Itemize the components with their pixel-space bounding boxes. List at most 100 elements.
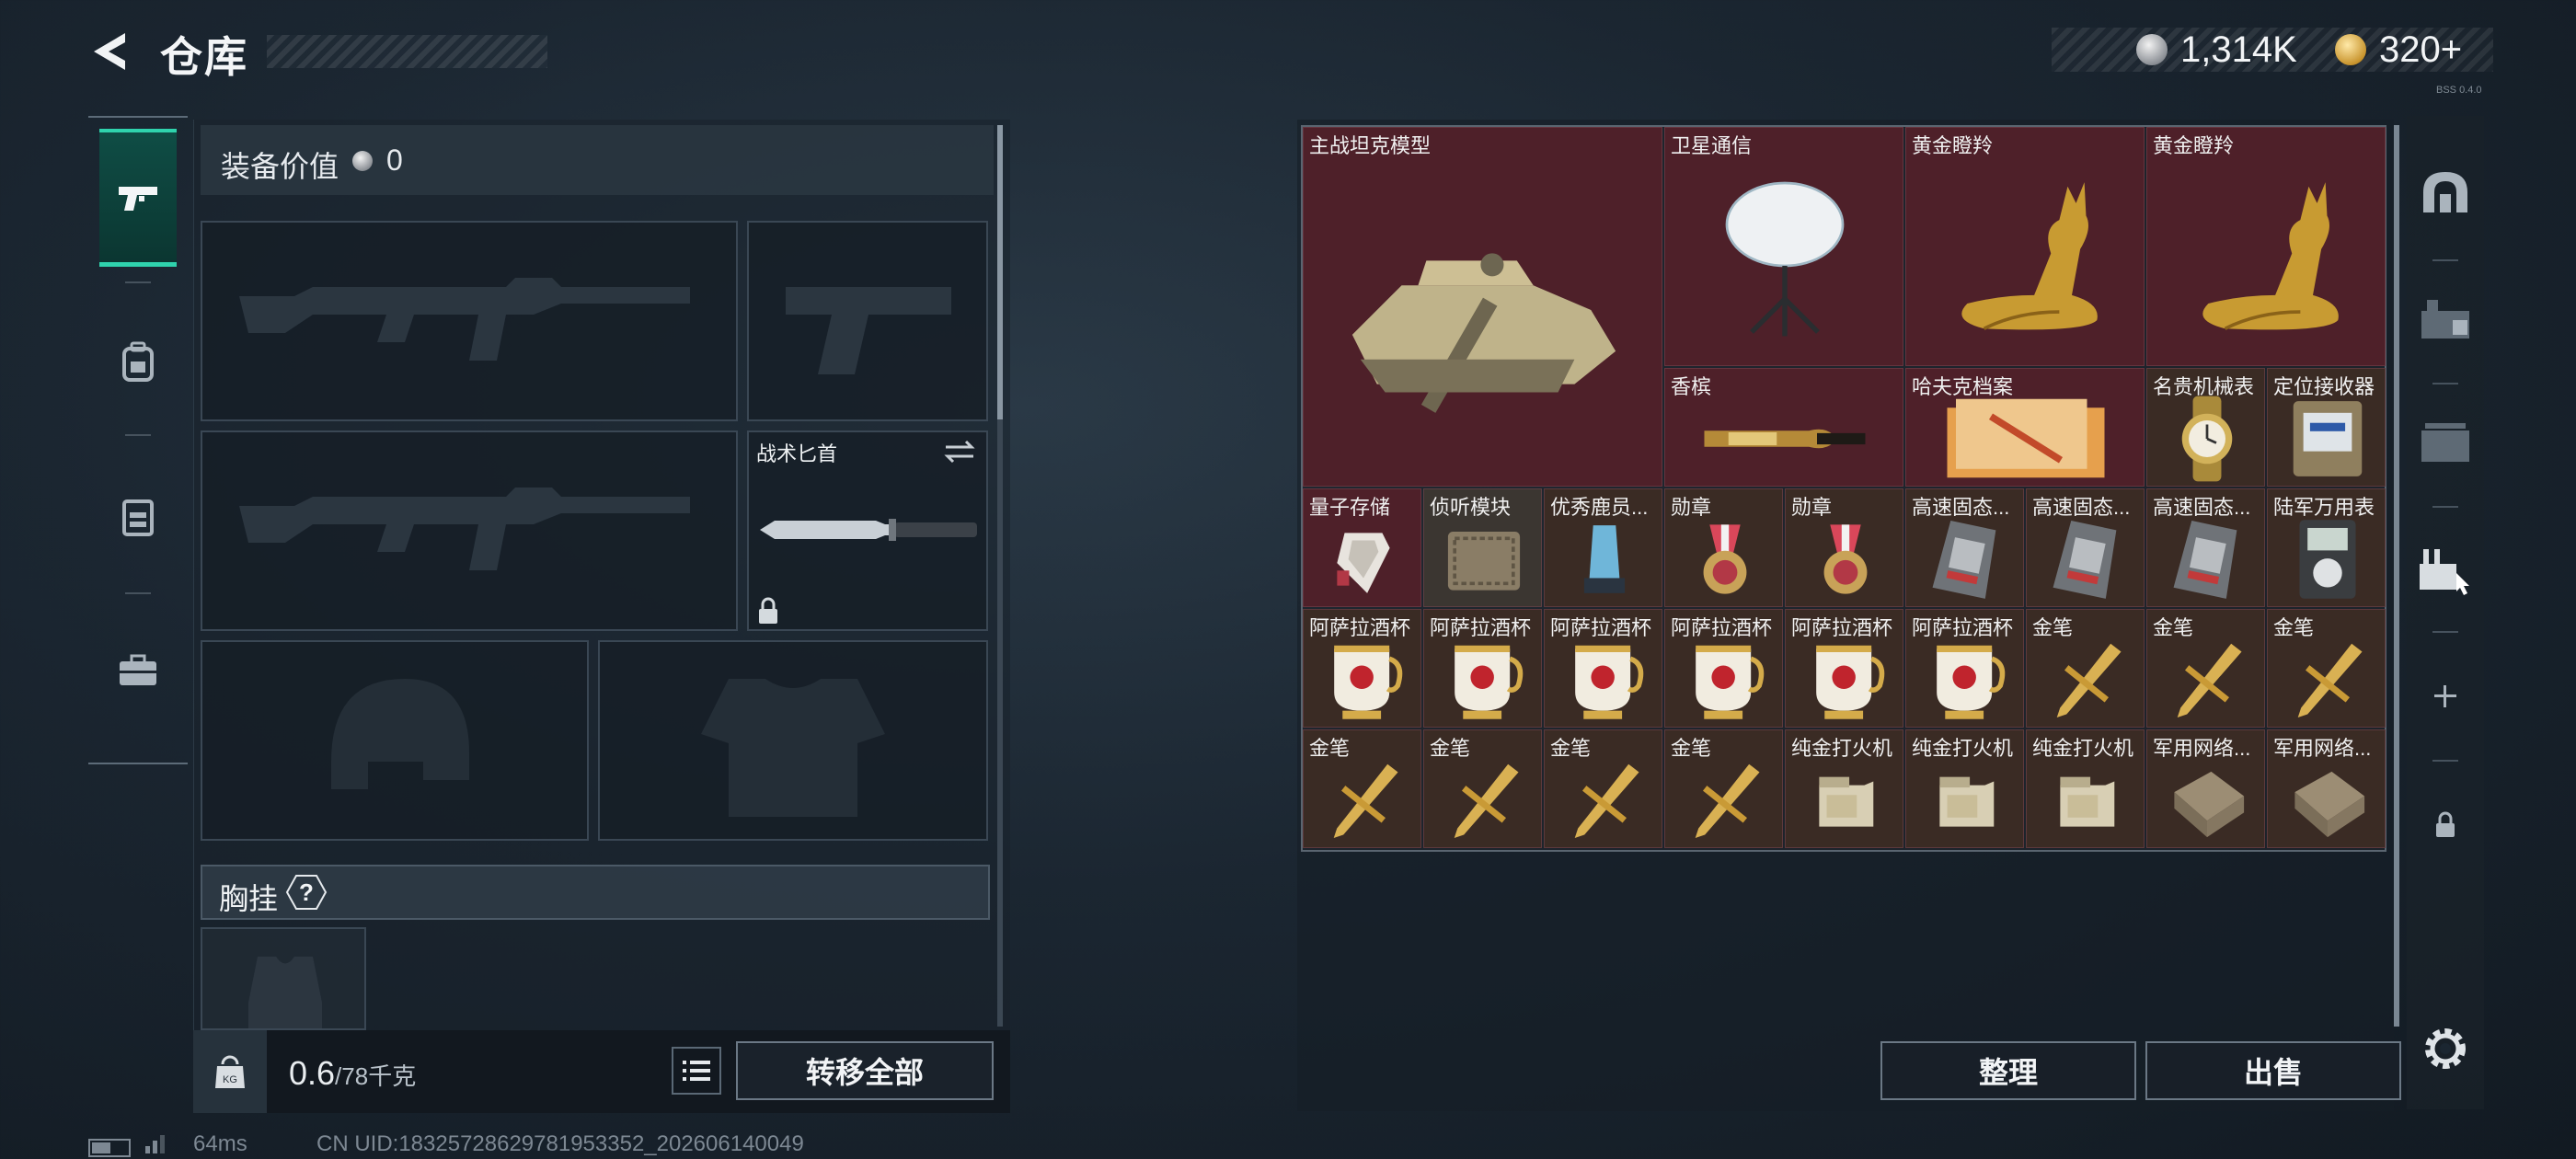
stash-item[interactable]: 金笔 [1664, 729, 1783, 848]
lighter-icon [2027, 751, 2144, 847]
gold-coin-icon [2335, 34, 2366, 70]
stash-item[interactable]: 哈夫克档案 [1905, 368, 2145, 487]
goblet-icon [1786, 630, 1903, 727]
stash-item[interactable]: 勋章 [1785, 488, 1903, 607]
stash-item[interactable]: 金笔 [2146, 609, 2265, 728]
stash-item[interactable]: 军用网络... [2267, 729, 2386, 848]
stash-item[interactable]: 军用网络... [2146, 729, 2265, 848]
stash-item-label: 阿萨拉酒杯 [1550, 616, 1652, 639]
stash-item[interactable]: 高速固态... [1905, 488, 2024, 607]
stash-item[interactable]: 香槟 [1664, 368, 1903, 487]
stash-item[interactable]: 阿萨拉酒杯 [1664, 609, 1783, 728]
stash-item[interactable]: 主战坦克模型 [1303, 127, 1662, 487]
tab-case[interactable] [99, 602, 177, 740]
settings-gear-icon[interactable] [2420, 1023, 2471, 1074]
rifle-silhouette-icon [239, 278, 690, 361]
goblet-icon [1424, 630, 1541, 727]
help-icon[interactable]: ? [285, 874, 328, 911]
stash-item[interactable]: 量子存储 [1303, 488, 1421, 607]
stash-item[interactable]: 阿萨拉酒杯 [1303, 609, 1421, 728]
sort-button[interactable]: 整理 [1880, 1041, 2136, 1100]
stash-item-label: 陆军万用表 [2273, 496, 2375, 519]
tank-model-icon [1304, 148, 1662, 486]
rtab-safe[interactable] [2407, 134, 2484, 254]
battery-level [92, 1142, 110, 1153]
transfer-all-button[interactable]: 转移全部 [736, 1041, 994, 1100]
tab-chest-rig[interactable] [99, 447, 177, 585]
stash-item-label: 金笔 [1430, 737, 1471, 760]
stash-item-label: 纯金打火机 [1791, 737, 1893, 760]
stash-item[interactable]: 卫星通信 [1664, 127, 1903, 366]
sidearm-slot[interactable] [747, 221, 988, 421]
stash-item[interactable]: 阿萨拉酒杯 [1544, 609, 1662, 728]
rtab-lock[interactable] [2407, 765, 2484, 885]
stash-item[interactable]: 金笔 [2026, 609, 2145, 728]
stash-scroll-thumb[interactable] [2394, 125, 2399, 1027]
stash-item-label: 金笔 [2273, 616, 2315, 639]
swap-icon[interactable] [942, 438, 977, 465]
loadout-scroll-thumb[interactable] [997, 125, 1003, 419]
gold-pen-icon [1304, 751, 1420, 847]
champagne-icon [1665, 389, 1903, 486]
stash-item[interactable]: 名贵机械表 [2146, 368, 2265, 487]
gold-pen-icon [2147, 630, 2264, 727]
network-module-icon [2268, 751, 2385, 847]
stash-item[interactable]: 侦听模块 [1423, 488, 1542, 607]
tactical-knife-icon [760, 519, 977, 541]
stash-item[interactable]: 高速固态... [2026, 488, 2145, 607]
receiver-icon [2268, 389, 2385, 486]
stash-item[interactable]: 纯金打火机 [2026, 729, 2145, 848]
silver-coin-icon [352, 151, 373, 171]
ssd-icon [2147, 510, 2264, 606]
quantum-storage-icon [1304, 510, 1420, 606]
knife-slot[interactable]: 战术匕首 [747, 430, 988, 631]
stash-item[interactable]: 黄金瞪羚 [1905, 127, 2145, 366]
list-view-button[interactable] [672, 1047, 721, 1095]
equip-value: 0 [386, 143, 403, 177]
stash-item-label: 勋章 [1671, 496, 1712, 519]
stash-item[interactable]: 阿萨拉酒杯 [1905, 609, 2024, 728]
chest-rig-slot[interactable] [201, 927, 366, 1030]
stash-tab-column [2407, 116, 2484, 1109]
secondary-weapon-slot[interactable] [201, 430, 738, 631]
stash-item-label: 阿萨拉酒杯 [1912, 616, 2014, 639]
primary-weapon-slot[interactable] [201, 221, 738, 421]
stash-item[interactable]: 定位接收器 [2267, 368, 2386, 487]
stash-item-label: 军用网络... [2273, 737, 2372, 760]
stash-item[interactable]: 金笔 [2267, 609, 2386, 728]
rtab-add[interactable] [2407, 637, 2484, 756]
stash-item[interactable]: 金笔 [1303, 729, 1421, 848]
helmet-slot[interactable] [201, 640, 589, 841]
stash-item[interactable]: 阿萨拉酒杯 [1423, 609, 1542, 728]
rtab-storage-3[interactable] [2407, 511, 2484, 631]
stash-item-label: 金笔 [1309, 737, 1351, 760]
stash-item[interactable]: 高速固态... [2146, 488, 2265, 607]
stash-item-label: 勋章 [1791, 496, 1833, 519]
gold-pen-icon [1545, 751, 1662, 847]
stash-item[interactable]: 勋章 [1664, 488, 1783, 607]
rtab-storage-2[interactable] [2407, 383, 2484, 502]
gold-currency-value[interactable]: 320+ [2379, 29, 2462, 71]
tab-weapon[interactable] [99, 129, 177, 267]
stash-item[interactable]: 纯金打火机 [1785, 729, 1903, 848]
stash-item-label: 金笔 [2153, 616, 2194, 639]
stash-item-label: 高速固态... [1912, 496, 2010, 519]
gold-gazelle-icon [1906, 148, 2144, 365]
back-arrow-icon[interactable] [85, 28, 132, 75]
satellite-dish-icon [1665, 148, 1903, 365]
list-icon [683, 1061, 710, 1081]
loadout-tab-column [88, 116, 188, 764]
stash-item[interactable]: 阿萨拉酒杯 [1785, 609, 1903, 728]
stash-item[interactable]: 金笔 [1544, 729, 1662, 848]
stash-item[interactable]: 优秀鹿员... [1544, 488, 1662, 607]
body-armor-slot[interactable] [598, 640, 988, 841]
sell-button[interactable]: 出售 [2145, 1041, 2401, 1100]
stash-item[interactable]: 金笔 [1423, 729, 1542, 848]
rtab-storage-1[interactable] [2407, 259, 2484, 379]
stash-item[interactable]: 黄金瞪羚 [2146, 127, 2386, 366]
pistol-icon [119, 186, 157, 211]
stash-item[interactable]: 陆军万用表 [2267, 488, 2386, 607]
stash-item[interactable]: 纯金打火机 [1905, 729, 2024, 848]
signal-icon [144, 1131, 171, 1159]
tab-backpack[interactable] [99, 293, 177, 430]
